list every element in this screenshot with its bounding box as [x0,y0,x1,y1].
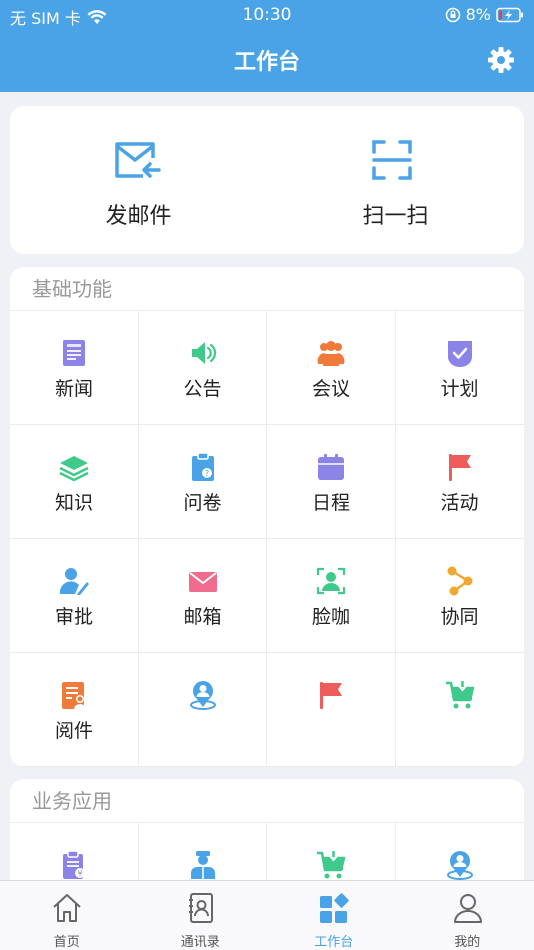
knowledge-icon [58,451,90,483]
app-tile-label: 脸咖 [311,606,350,628]
battery-charging-icon [496,7,523,22]
svg-text:¥: ¥ [77,869,82,878]
app-tile-label: 问卷 [183,492,222,514]
app-tile-approval[interactable]: 审批 [10,539,139,653]
app-tile-activity-flag[interactable]: 活动 [395,425,524,539]
send-mail-button[interactable]: 发邮件 [10,106,267,254]
section-title-business: 业务应用 [10,779,524,823]
app-tile-face[interactable]: 脸咖 [267,539,396,653]
gear-icon[interactable] [486,45,516,75]
expense-doc-icon: ¥ [58,849,90,881]
announcement-icon [187,337,219,369]
basic-functions-card: 基础功能 新闻 公告 会议 计划 知识? 问卷 日程 活动 审批 邮箱 脸咖 协同 阅件 [10,267,524,767]
activity-flag-icon [444,451,476,483]
app-tile-knowledge[interactable]: 知识 [10,425,139,539]
app-tile-label: 活动 [440,492,479,514]
app-tile-label: 阅件 [54,720,93,742]
app-tile-news[interactable]: 新闻 [10,311,139,425]
cart-download-icon [315,849,347,881]
tab-profile[interactable]: 我的 [401,881,534,950]
tab-workbench-label: 工作台 [314,935,354,950]
app-tile-label: 公告 [183,378,222,400]
workbench-icon [320,893,349,923]
questionnaire-icon: ? [187,451,219,483]
app-tile-announcement[interactable]: 公告 [138,311,267,425]
contacts-icon [188,893,213,923]
app-tile-label: 知识 [54,492,93,514]
tab-profile-label: 我的 [454,935,481,950]
tab-contacts-label: 通讯录 [180,935,220,950]
orientation-lock-icon [445,7,460,22]
meeting-icon [315,337,347,369]
app-tile-location-person[interactable] [138,653,267,767]
send-mail-label: 发邮件 [105,204,172,229]
app-tile-schedule[interactable]: 日程 [267,425,396,539]
tab-home[interactable]: 首页 [0,881,134,950]
plan-icon [444,337,476,369]
tab-workbench[interactable]: 工作台 [267,881,401,950]
staff-icon [187,849,219,881]
send-mail-icon [115,142,161,178]
app-tile-label: 计划 [440,378,479,400]
app-tile-label: 邮箱 [183,606,222,628]
top-bar: 无 SIM 卡 10:30 8% 工作台 [0,0,534,92]
cart-download-icon [444,679,476,711]
mailbox-icon [187,565,219,597]
read-doc-icon [58,679,90,711]
tab-contacts[interactable]: 通讯录 [134,881,268,950]
app-tile-plan[interactable]: 计划 [395,311,524,425]
tab-bar: 首页 通讯录 工作台 我的 [0,880,534,950]
section-title-basic: 基础功能 [10,267,524,311]
face-icon [315,565,347,597]
page-title: 工作台 [233,50,300,75]
app-tile-label: 日程 [311,492,350,514]
flag-icon [315,679,347,711]
profile-icon [453,894,482,923]
app-tile-read-doc[interactable]: 阅件 [10,653,139,767]
svg-text:?: ? [204,469,208,478]
app-tile-cart-download[interactable] [395,653,524,767]
home-icon [53,894,81,922]
scan-icon [372,140,412,180]
location-person-icon [187,679,219,711]
collaboration-icon [444,565,476,597]
battery-percent: 8% [465,5,491,24]
tab-home-label: 首页 [53,935,80,950]
app-tile-label: 新闻 [54,378,93,400]
app-tile-mailbox[interactable]: 邮箱 [138,539,267,653]
app-tile-collaboration[interactable]: 协同 [395,539,524,653]
status-bar: 无 SIM 卡 10:30 8% [0,0,534,30]
app-tile-flag[interactable] [267,653,396,767]
scan-button[interactable]: 扫一扫 [267,106,524,254]
location-person-icon [444,849,476,881]
app-tile-label: 审批 [54,606,93,628]
app-tile-meeting[interactable]: 会议 [267,311,396,425]
app-tile-questionnaire[interactable]: ? 问卷 [138,425,267,539]
scan-label: 扫一扫 [362,204,429,229]
schedule-icon [315,451,347,483]
app-tile-label: 协同 [440,606,479,628]
news-icon [58,337,90,369]
approval-icon [58,565,90,597]
app-tile-label: 会议 [311,378,350,400]
quick-actions-card: 发邮件 扫一扫 [10,106,524,254]
